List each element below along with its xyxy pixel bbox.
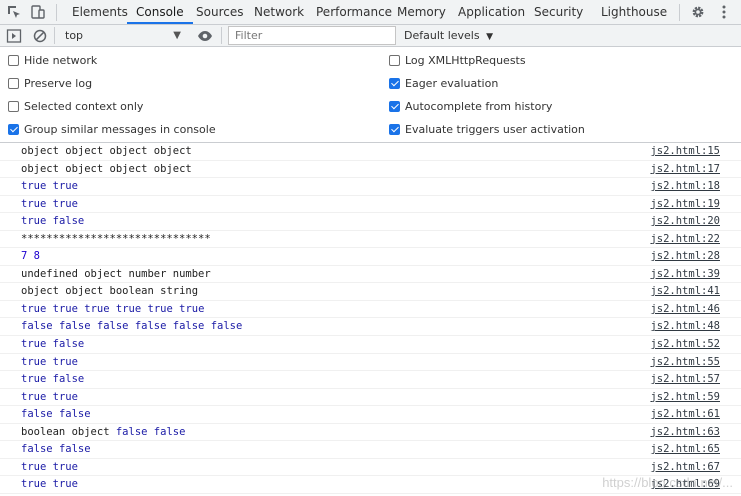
log-levels-dropdown[interactable]: Default levels ▼ [404,25,493,46]
checkbox[interactable] [8,101,19,112]
console-message-text: false false [21,408,91,421]
console-message: object object boolean string js2.html:41 [0,283,741,301]
checkbox-checked[interactable] [8,124,19,135]
console-message-source-link[interactable]: js2.html:52 [650,336,720,353]
console-message-text: true true [21,197,78,210]
toolbar-divider [221,27,222,44]
console-message-source-link[interactable]: js2.html:19 [650,196,720,213]
console-message: 7 8 js2.html:28 [0,248,741,266]
console-message: false false js2.html:61 [0,406,741,424]
tab-lighthouse[interactable]: Lighthouse [601,0,667,24]
console-message-text: object object object object [21,145,192,157]
console-message: true true js2.html:69 [0,476,741,494]
console-message-text: false false false false false false [21,320,243,333]
console-message-source-link[interactable]: js2.html:57 [650,371,720,388]
console-message: boolean object false false js2.html:63 [0,424,741,442]
dropdown-arrow-icon: ▼ [173,30,181,41]
console-settings-pane: Hide network Preserve log Selected conte… [0,47,741,143]
console-message-source-link[interactable]: js2.html:61 [650,406,720,423]
checkbox[interactable] [8,55,19,66]
console-message-source-link[interactable]: js2.html:18 [650,178,720,195]
console-message-text: false false [21,443,91,456]
console-message-source-link[interactable]: js2.html:39 [650,266,720,283]
console-message: true false js2.html:57 [0,371,741,389]
console-toolbar: top ▼ Default levels ▼ [0,25,741,47]
console-message: false false js2.html:65 [0,441,741,459]
checkbox-checked[interactable] [389,101,400,112]
console-message-source-link[interactable]: js2.html:28 [650,248,720,265]
console-message: false false false false false false js2.h… [0,318,741,337]
console-message-text: true false [21,215,85,228]
console-message: true false js2.html:52 [0,336,741,354]
toolbar-divider [56,4,57,21]
console-message-source-link[interactable]: js2.html:20 [650,213,720,230]
settings-gear-icon[interactable] [690,4,706,20]
tab-console[interactable]: Console [127,0,193,24]
console-message-source-link[interactable]: js2.html:55 [650,354,720,371]
tab-memory[interactable]: Memory [397,0,446,24]
console-messages: object object object object js2.html:15 ob… [0,143,741,496]
console-message-text: true true [21,390,78,403]
console-message-text: true true [21,180,78,193]
console-message-text: true true [21,460,78,473]
console-message-text: undefined object number number [21,267,211,280]
console-message: true true js2.html:59 [0,389,741,407]
console-message-source-link[interactable]: js2.html:69 [650,476,720,493]
console-message-source-link[interactable]: js2.html:63 [650,424,720,441]
checkbox-checked[interactable] [389,124,400,135]
tab-network[interactable]: Network [254,0,304,24]
console-message-text: true false [21,338,85,351]
console-message-source-link[interactable]: js2.html:22 [650,231,720,248]
toolbar-divider [54,27,55,44]
dropdown-arrow-icon: ▼ [486,32,493,42]
log-levels-label: Default levels [404,29,480,42]
console-message-source-link[interactable]: js2.html:17 [650,161,720,178]
show-sidebar-icon[interactable] [6,28,22,44]
checkbox[interactable] [8,78,19,89]
console-message: true false js2.html:20 [0,213,741,231]
console-message: true true js2.html:55 [0,354,741,372]
console-message-text: boolean object false false [21,425,186,438]
checkbox-checked[interactable] [389,78,400,89]
console-message-text: true true [21,478,78,491]
console-message-source-link[interactable]: js2.html:59 [650,389,720,406]
console-message: object object object object js2.html:17 [0,161,741,179]
console-message-text: object object boolean string [21,285,199,298]
tab-sources[interactable]: Sources [196,0,243,24]
console-message-source-link[interactable]: js2.html:48 [650,318,720,335]
console-message-source-link[interactable]: js2.html:46 [650,301,720,318]
context-selector[interactable]: top ▼ [59,25,189,46]
live-expression-eye-icon[interactable] [197,28,213,44]
tab-performance[interactable]: Performance [316,0,392,24]
tab-application[interactable]: Application [458,0,525,24]
checkbox[interactable] [389,55,400,66]
console-message-text: true true true true true true [21,302,205,315]
inspect-element-icon[interactable] [6,4,22,20]
context-value: top [65,29,84,42]
console-message-source-link[interactable]: js2.html:41 [650,283,720,300]
console-message: true true true true true true js2.html:46 [0,301,741,319]
console-message: true true js2.html:19 [0,196,741,214]
console-message-source-link[interactable]: js2.html:67 [650,459,720,476]
tab-security[interactable]: Security [534,0,583,24]
device-toolbar-icon[interactable] [30,4,46,20]
tab-elements[interactable]: Elements [72,0,128,24]
console-message-text: ****************************** [21,232,211,245]
console-message: true true js2.html:18 [0,178,741,196]
toolbar-divider [679,4,680,21]
more-options-icon[interactable] [716,4,732,20]
console-message-source-link[interactable]: js2.html:65 [650,441,720,458]
console-message: object object object object js2.html:15 [0,143,741,161]
console-message: ****************************** js2.html:2… [0,231,741,249]
console-message-source-link[interactable]: js2.html:15 [650,143,720,160]
clear-console-icon[interactable] [32,28,48,44]
console-message-text: object object object object [21,162,192,175]
console-message: undefined object number number js2.html:3… [0,266,741,284]
console-message-text: true true [21,355,78,368]
devtools-tab-bar: Elements Console Sources Network Perform… [0,0,741,25]
console-message-text: 7 8 [21,250,40,263]
console-message-text: true false [21,373,85,386]
console-message: true true js2.html:67 [0,459,741,477]
filter-input[interactable] [228,26,396,45]
